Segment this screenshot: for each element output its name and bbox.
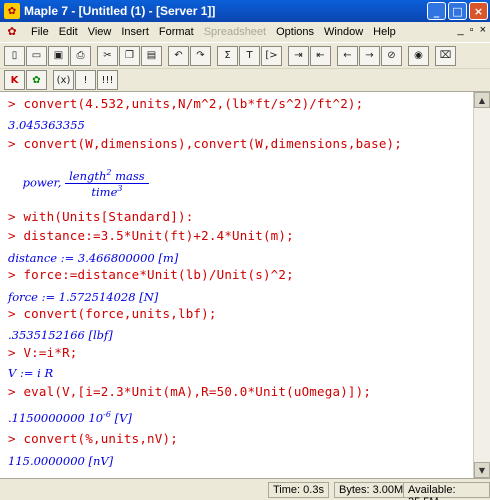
menu-view[interactable]: View (83, 26, 117, 38)
output-line: distance := 3.466800000 [m] (8, 251, 179, 265)
undo-icon[interactable]: ↶ (168, 45, 189, 66)
execute-all-icon[interactable]: !!! (97, 70, 118, 90)
redo-icon[interactable]: ↷ (190, 45, 211, 66)
output-line: power, length2 mass time3 (8, 154, 149, 213)
menu-window[interactable]: Window (319, 26, 368, 38)
menu-file[interactable]: File (26, 26, 54, 38)
output-line: .3535152166 [lbf] (8, 328, 113, 342)
numerator-tail: mass (111, 168, 145, 183)
denominator: time (91, 184, 118, 199)
indent-icon[interactable]: ⇥ (288, 45, 309, 66)
output-line: V := i R (8, 366, 54, 380)
status-bar: Time: 0.3s Bytes: 3.00M Available: 35.5M (0, 478, 490, 500)
worksheet[interactable]: > convert(4.532,units,N/m^2,(lb*ft/s^2)/… (0, 92, 473, 478)
status-time: Time: 0.3s (268, 482, 329, 498)
sum-icon[interactable]: Σ (217, 45, 238, 66)
doc-minimize-button[interactable]: _ (458, 24, 464, 36)
maximize-button[interactable]: □ (448, 2, 467, 20)
input-line[interactable]: > convert(4.532,units,N/m^2,(lb*ft/s^2)/… (8, 96, 363, 111)
output-text: power, (22, 175, 66, 190)
scroll-up-icon[interactable]: ▲ (474, 92, 490, 108)
unit: [V] (110, 410, 132, 425)
minimize-button[interactable]: _ (427, 2, 446, 20)
output-line: force := 1.572514028 [N] (8, 290, 159, 304)
input-line[interactable]: > convert(W,dimensions),convert(W,dimens… (8, 136, 402, 151)
restart-icon[interactable]: ◉ (408, 45, 429, 66)
input-line[interactable]: > with(Units[Standard]): (8, 209, 193, 224)
print-icon[interactable]: ⎙ (70, 45, 91, 66)
window-title: Maple 7 - [Untitled (1) - [Server 1]] (24, 4, 216, 18)
input-line[interactable]: > convert(%,units,nV); (8, 431, 178, 446)
menu-format[interactable]: Format (154, 26, 199, 38)
scroll-down-icon[interactable]: ▼ (474, 462, 490, 478)
output-line: .1150000000 10-6 [V] (8, 410, 132, 425)
prompt-icon[interactable]: [> (261, 45, 282, 66)
menu-options[interactable]: Options (271, 26, 319, 38)
new-icon[interactable]: ▯ (4, 45, 25, 66)
menu-insert[interactable]: Insert (116, 26, 154, 38)
text-mode-icon[interactable]: K (4, 70, 25, 90)
text-icon[interactable]: T (239, 45, 260, 66)
doc-close-button[interactable]: × (480, 24, 486, 36)
input-line[interactable]: > convert(force,units,lbf); (8, 306, 217, 321)
paste-icon[interactable]: ▤ (141, 45, 162, 66)
menu-help[interactable]: Help (368, 26, 401, 38)
input-line[interactable]: > eval(V,[i=2.3*Unit(mA),R=50.0*Unit(uOm… (8, 384, 371, 399)
output-line: 115.0000000 [nV] (8, 454, 114, 468)
help-icon[interactable]: ⌧ (435, 45, 456, 66)
status-bytes: Bytes: 3.00M (334, 482, 409, 498)
doc-restore-button[interactable]: ▫ (470, 24, 474, 36)
math-input-icon[interactable]: (x) (53, 70, 74, 90)
input-line[interactable]: > V:=i*R; (8, 345, 78, 360)
input-line[interactable]: > distance:=3.5*Unit(ft)+2.4*Unit(m); (8, 228, 294, 243)
open-icon[interactable]: ▭ (26, 45, 47, 66)
numerator: length (69, 168, 107, 183)
maple-input-icon[interactable]: ✿ (26, 70, 47, 90)
input-line[interactable]: > force:=distance*Unit(lb)/Unit(s)^2; (8, 267, 294, 282)
copy-icon[interactable]: ❐ (119, 45, 140, 66)
exponent: -6 (103, 410, 111, 419)
back-icon[interactable]: ← (337, 45, 358, 66)
close-button[interactable]: × (469, 2, 488, 20)
fraction: length2 mass time3 (65, 168, 149, 199)
mantissa: .1150000000 10 (8, 410, 104, 425)
outdent-icon[interactable]: ⇤ (310, 45, 331, 66)
cut-icon[interactable]: ✂ (97, 45, 118, 66)
menu-bar: ✿ File Edit View Insert Format Spreadshe… (0, 22, 490, 42)
title-bar: ✿ Maple 7 - [Untitled (1) - [Server 1]] … (0, 0, 490, 22)
execute-icon[interactable]: ! (75, 70, 96, 90)
main-toolbar: ▯ ▭ ▣ ⎙ ✂ ❐ ▤ ↶ ↷ Σ T [> ⇥ ⇤ ← → ⊘ ◉ ⌧ (0, 42, 490, 68)
output-line: 3.045363355 (8, 118, 85, 132)
save-icon[interactable]: ▣ (48, 45, 69, 66)
context-toolbar: K ✿ (x) ! !!! (0, 68, 490, 92)
menu-spreadsheet[interactable]: Spreadsheet (199, 26, 271, 38)
vertical-scrollbar[interactable]: ▲ ▼ (473, 92, 490, 478)
forward-icon[interactable]: → (359, 45, 380, 66)
maple-app-icon[interactable]: ✿ (4, 3, 20, 19)
maple-leaf-icon[interactable]: ✿ (4, 25, 20, 39)
stop-icon[interactable]: ⊘ (381, 45, 402, 66)
denominator-exponent: 3 (117, 183, 123, 193)
status-available: Available: 35.5M (403, 482, 490, 500)
menu-edit[interactable]: Edit (54, 26, 83, 38)
